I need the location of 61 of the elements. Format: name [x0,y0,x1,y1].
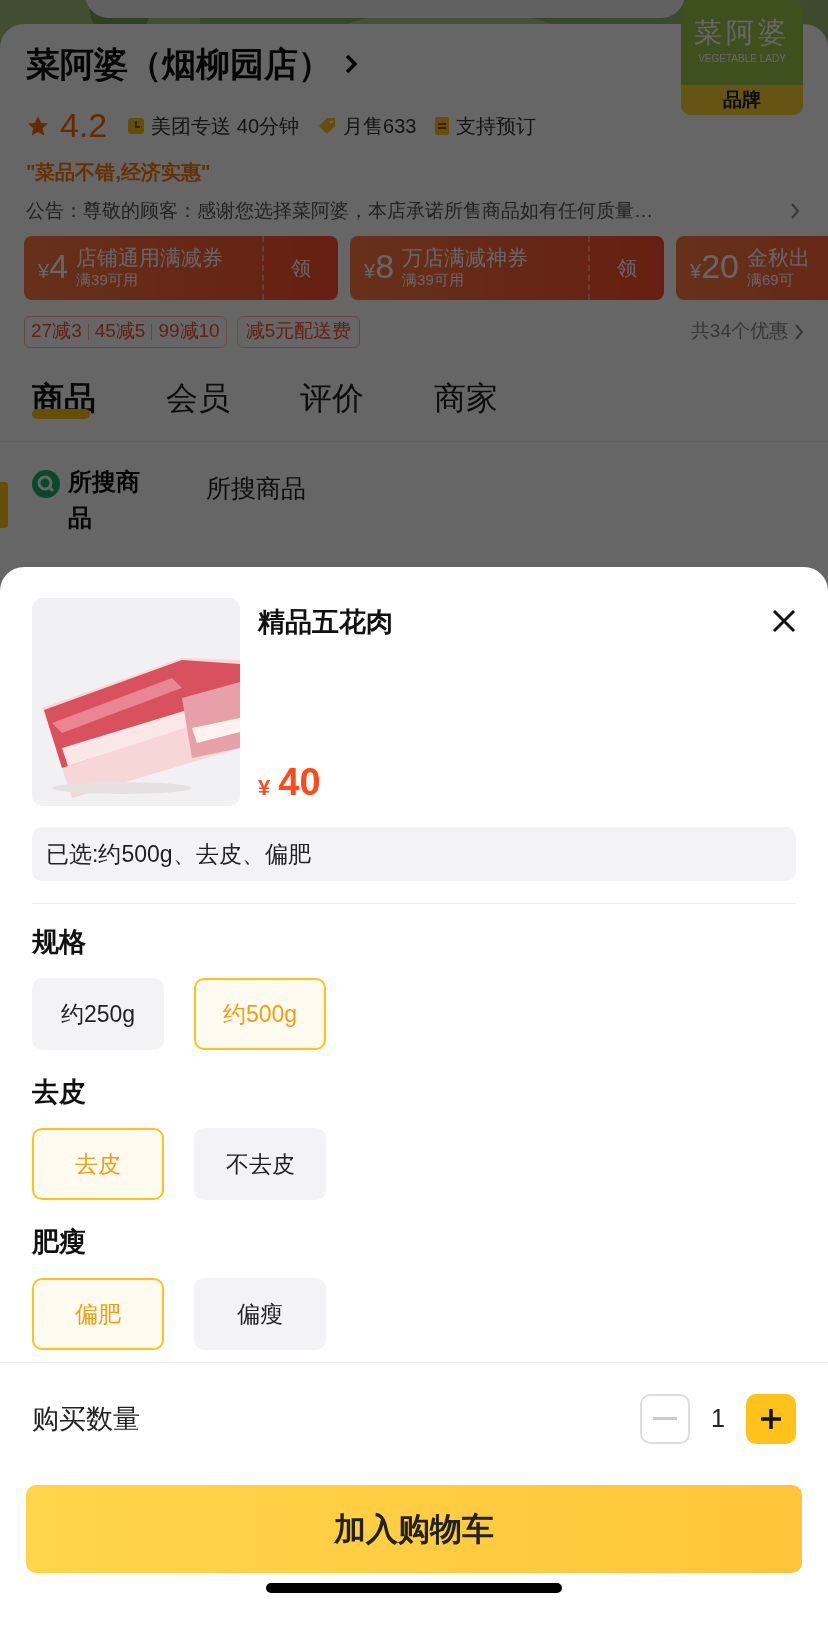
quantity-label: 购买数量 [32,1402,140,1436]
price-text: 40 [278,763,321,801]
option-chip[interactable]: 去皮 [32,1128,164,1200]
selection-summary: 已选:约500g、去皮、偏肥 [32,827,796,881]
plus-icon [759,1407,783,1431]
store-name: 菜阿婆（烟柳园店） [26,44,332,85]
option-chip[interactable]: 偏瘦 [194,1278,326,1350]
claim-label: 领 [262,235,338,300]
coupon-amount: 8 [375,249,395,283]
info-label: 月售633 [343,113,417,139]
tab[interactable]: 商家 [434,355,498,441]
option-chip[interactable]: 约500g [194,978,326,1050]
coupon-amount: 4 [49,249,69,283]
coupon-amount: 20 [701,249,739,283]
category-item[interactable]: 所搜商品 [32,463,150,536]
category-indicator [0,481,8,528]
chevron-right-icon[interactable] [790,202,800,221]
option-group-label: 肥瘦 [32,1226,87,1259]
tier-label: 27减3 [31,319,82,344]
coupon-condition: 满39可用 [402,271,465,290]
slogan-text: "菜品不错,经济实惠" [26,160,212,185]
currency-sign: ¥ [364,260,376,284]
logo-subtext: VEGETABLE LADY [698,52,786,66]
minus-icon [653,1417,677,1421]
close-icon[interactable] [772,609,796,633]
option-group-label: 规格 [32,926,87,959]
search-icon [32,469,60,498]
chevron-right-icon[interactable] [794,322,804,341]
info-label: 美团专送 40分钟 [151,113,300,139]
decrease-button[interactable] [640,1394,690,1444]
currency-sign: ¥ [690,260,702,284]
option-chip[interactable]: 不去皮 [194,1128,326,1200]
claim-label: 领 [588,235,664,300]
tier-label: 99减10 [158,319,220,344]
notice-text: 公告：尊敬的顾客：感谢您选择菜阿婆，本店承诺所售商品如有任何质量… [26,199,653,223]
option-group-label: 去皮 [32,1076,87,1109]
add-to-cart-button[interactable]: 加入购物车 [26,1485,802,1573]
currency-sign: ¥ [38,260,50,284]
coupon-condition: 满69可 [746,271,795,290]
chevron-right-icon[interactable] [344,53,358,75]
rating-score: 4.2 [60,105,108,146]
category-label: 所搜商品 [68,466,141,533]
currency-sign: ¥ [258,774,271,802]
product-title: 精品五花肉 [258,606,393,639]
coupon-title: 金秋出 [746,245,810,271]
logo-text: 菜阿婆 [694,19,790,47]
quantity-value: 1 [710,1403,726,1435]
tag-icon [317,115,338,136]
brand-badge: 品牌 [681,85,803,115]
coupon-title: 万店满减神券 [402,245,529,271]
delivery-discount-tag: 减5元配送费 [236,315,361,348]
tier-label: 45减5 [94,319,146,344]
increase-button[interactable] [746,1394,796,1444]
option-chip[interactable]: 偏肥 [32,1278,164,1350]
section-heading: 所搜商品 [206,472,306,504]
coupon-condition: 满39可用 [76,271,139,290]
coupon-title: 店铺通用满减券 [76,245,224,271]
option-chip[interactable]: 约250g [32,978,164,1050]
info-label: 支持预订 [456,113,537,139]
tab[interactable]: 会员 [166,355,230,441]
tab[interactable]: 评价 [300,355,364,441]
